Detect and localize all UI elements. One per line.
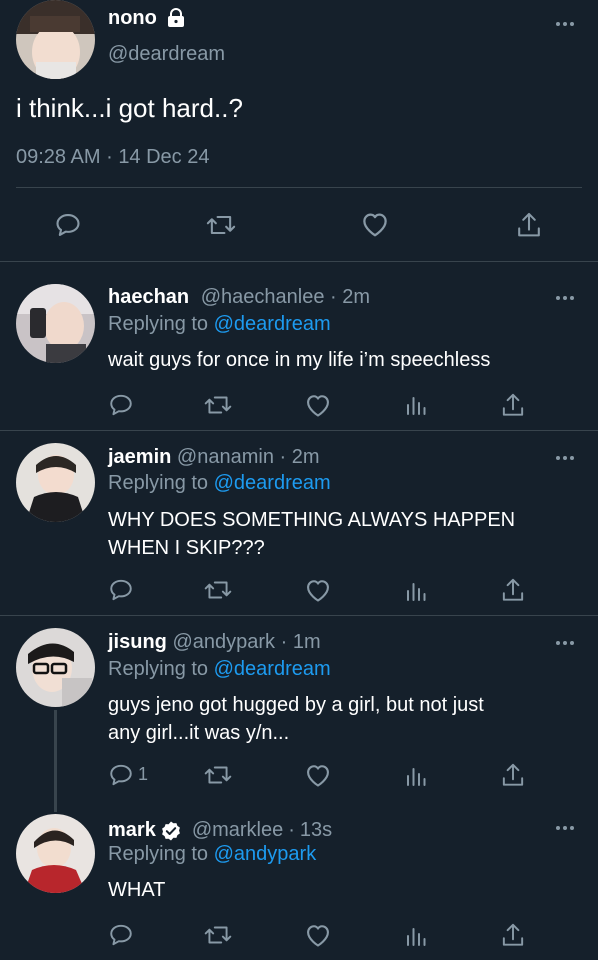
more-icon[interactable] xyxy=(556,641,574,645)
share-icon[interactable] xyxy=(515,210,543,240)
reply-icon[interactable] xyxy=(108,392,134,418)
retweet-icon[interactable] xyxy=(205,211,237,239)
reply-age[interactable]: 13s xyxy=(300,819,332,842)
thread-connector-line xyxy=(54,710,57,812)
reply-author-handle[interactable]: @marklee xyxy=(192,819,283,842)
main-tweet-time: 09:28 AM xyxy=(16,146,101,168)
reply-author-name[interactable]: jisung xyxy=(108,631,167,653)
main-tweet-divider xyxy=(16,187,582,188)
replying-to: Replying to @andypark xyxy=(108,843,316,866)
reply-text: wait guys for once in my life i’m speech… xyxy=(108,349,491,371)
replying-to-handle-link[interactable]: @deardream xyxy=(214,658,331,680)
reply-header: jisung @andypark · 1m xyxy=(108,631,321,654)
lock-icon xyxy=(166,8,186,28)
reply-text-line: WHEN I SKIP??? xyxy=(108,537,265,559)
analytics-icon[interactable] xyxy=(404,579,428,603)
like-icon[interactable] xyxy=(304,762,332,788)
avatar-nono[interactable] xyxy=(16,0,95,79)
reply-header: mark @marklee · 13s xyxy=(108,819,332,842)
separator: · xyxy=(330,286,337,308)
share-icon[interactable] xyxy=(500,761,526,789)
divider xyxy=(0,430,598,431)
retweet-icon[interactable] xyxy=(203,762,233,788)
replying-to-label: Replying to xyxy=(108,472,209,494)
replying-to-label: Replying to xyxy=(108,313,209,335)
avatar-jisung[interactable] xyxy=(16,628,95,707)
reply-age[interactable]: 2m xyxy=(342,286,370,308)
replying-to-handle-link[interactable]: @andypark xyxy=(214,843,317,865)
reply-text: WHY DOES SOMETHING ALWAYS HAPPEN WHEN I … xyxy=(108,506,515,562)
reply-icon[interactable] xyxy=(108,922,134,948)
reply-icon[interactable] xyxy=(108,762,134,788)
reply-author-handle[interactable]: @nanamin xyxy=(177,446,274,468)
reply-age[interactable]: 1m xyxy=(293,631,321,653)
avatar-haechan[interactable] xyxy=(16,284,95,363)
separator: · xyxy=(279,446,287,468)
replying-to-handle-link[interactable]: @deardream xyxy=(214,472,331,494)
verified-badge-icon xyxy=(160,820,182,842)
replying-to-label: Replying to xyxy=(108,843,209,865)
reply-text: guys jeno got hugged by a girl, but not … xyxy=(108,691,484,747)
replying-to-handle-link[interactable]: @deardream xyxy=(214,313,331,335)
reply-age[interactable]: 2m xyxy=(292,446,320,468)
share-icon[interactable] xyxy=(500,576,526,604)
reply-header: haechan @haechanlee · 2m xyxy=(108,286,370,309)
separator: · xyxy=(280,631,288,653)
like-icon[interactable] xyxy=(360,210,390,238)
retweet-icon[interactable] xyxy=(203,577,233,603)
reply-text-line: any girl...it was y/n... xyxy=(108,722,290,744)
replying-to-label: Replying to xyxy=(108,658,209,680)
share-icon[interactable] xyxy=(500,921,526,949)
main-tweet-name[interactable]: nono xyxy=(108,7,157,30)
divider xyxy=(0,261,598,262)
avatar-mark[interactable] xyxy=(16,814,95,893)
retweet-icon[interactable] xyxy=(203,392,233,418)
analytics-icon[interactable] xyxy=(404,924,428,948)
replying-to: Replying to @deardream xyxy=(108,472,331,495)
main-tweet-handle[interactable]: @deardream xyxy=(108,43,225,66)
main-tweet-date: 14 Dec 24 xyxy=(118,146,210,168)
like-icon[interactable] xyxy=(304,577,332,603)
reply-author-name[interactable]: haechan xyxy=(108,286,189,308)
reply-text-line: guys jeno got hugged by a girl, but not … xyxy=(108,694,484,716)
separator: · xyxy=(288,819,295,841)
retweet-icon[interactable] xyxy=(203,922,233,948)
replying-to: Replying to @deardream xyxy=(108,658,331,681)
more-icon[interactable] xyxy=(556,456,574,460)
reply-text: WHAT xyxy=(108,879,166,901)
reply-header: jaemin @nanamin · 2m xyxy=(108,446,320,469)
reply-author-handle[interactable]: @haechanlee xyxy=(201,286,325,308)
more-icon[interactable] xyxy=(556,826,574,830)
main-tweet-timestamp[interactable]: 09:28 AM · 14 Dec 24 xyxy=(16,146,209,169)
more-icon[interactable] xyxy=(556,296,574,300)
like-icon[interactable] xyxy=(304,922,332,948)
share-icon[interactable] xyxy=(500,391,526,419)
main-tweet-text: i think...i got hard..? xyxy=(16,93,243,123)
reply-text-line: WHY DOES SOMETHING ALWAYS HAPPEN xyxy=(108,509,516,531)
reply-icon[interactable] xyxy=(54,211,82,239)
divider xyxy=(0,615,598,616)
analytics-icon[interactable] xyxy=(404,393,428,417)
reply-author-name[interactable]: jaemin xyxy=(108,446,171,468)
reply-author-name[interactable]: mark xyxy=(108,819,156,842)
reply-icon[interactable] xyxy=(108,577,134,603)
reply-count: 1 xyxy=(138,764,149,784)
analytics-icon[interactable] xyxy=(404,764,428,788)
like-icon[interactable] xyxy=(304,392,332,418)
separator: · xyxy=(106,146,113,168)
avatar-jaemin[interactable] xyxy=(16,443,95,522)
replying-to: Replying to @deardream xyxy=(108,313,331,336)
reply-author-handle[interactable]: @andypark xyxy=(172,631,275,653)
more-icon[interactable] xyxy=(556,22,574,26)
